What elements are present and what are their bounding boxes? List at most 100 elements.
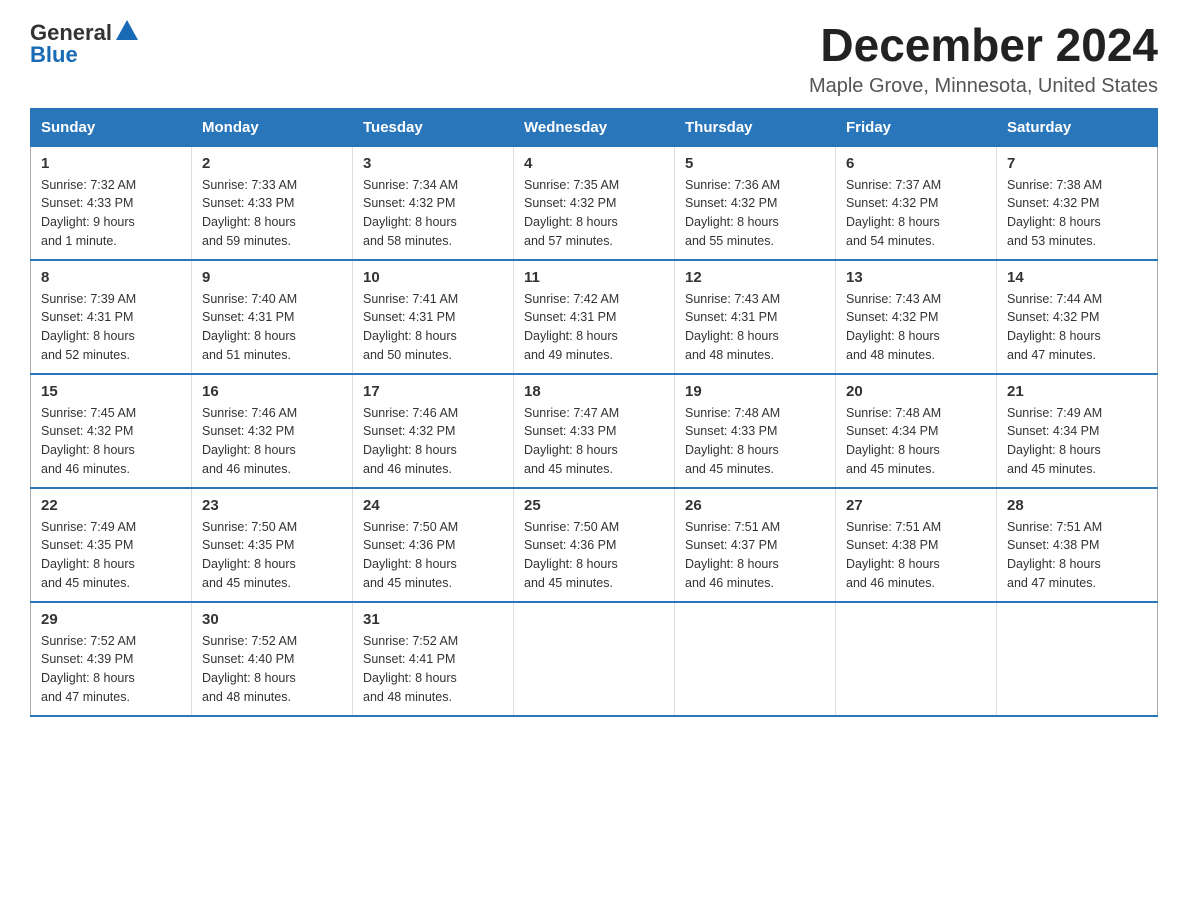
day-info: Sunrise: 7:50 AMSunset: 4:35 PMDaylight:… [202,518,342,593]
calendar-cell: 30 Sunrise: 7:52 AMSunset: 4:40 PMDaylig… [192,602,353,716]
day-number: 31 [363,611,503,628]
day-number: 18 [524,383,664,400]
calendar-cell: 21 Sunrise: 7:49 AMSunset: 4:34 PMDaylig… [997,374,1158,488]
day-number: 27 [846,497,986,514]
weekday-header-row: SundayMondayTuesdayWednesdayThursdayFrid… [31,108,1158,146]
logo: General Blue [30,20,138,68]
weekday-header-wednesday: Wednesday [514,108,675,146]
day-number: 16 [202,383,342,400]
calendar-cell: 26 Sunrise: 7:51 AMSunset: 4:37 PMDaylig… [675,488,836,602]
day-number: 2 [202,155,342,172]
day-number: 15 [41,383,181,400]
day-number: 28 [1007,497,1147,514]
calendar-cell: 20 Sunrise: 7:48 AMSunset: 4:34 PMDaylig… [836,374,997,488]
calendar-cell [836,602,997,716]
calendar-cell: 16 Sunrise: 7:46 AMSunset: 4:32 PMDaylig… [192,374,353,488]
day-info: Sunrise: 7:51 AMSunset: 4:38 PMDaylight:… [1007,518,1147,593]
day-number: 9 [202,269,342,286]
day-info: Sunrise: 7:39 AMSunset: 4:31 PMDaylight:… [41,290,181,365]
title-block: December 2024 Maple Grove, Minnesota, Un… [809,20,1158,98]
day-info: Sunrise: 7:50 AMSunset: 4:36 PMDaylight:… [363,518,503,593]
calendar-cell: 6 Sunrise: 7:37 AMSunset: 4:32 PMDayligh… [836,146,997,260]
calendar-cell: 19 Sunrise: 7:48 AMSunset: 4:33 PMDaylig… [675,374,836,488]
day-info: Sunrise: 7:37 AMSunset: 4:32 PMDaylight:… [846,176,986,251]
calendar-cell: 23 Sunrise: 7:50 AMSunset: 4:35 PMDaylig… [192,488,353,602]
day-info: Sunrise: 7:43 AMSunset: 4:32 PMDaylight:… [846,290,986,365]
day-number: 21 [1007,383,1147,400]
day-info: Sunrise: 7:49 AMSunset: 4:35 PMDaylight:… [41,518,181,593]
day-info: Sunrise: 7:34 AMSunset: 4:32 PMDaylight:… [363,176,503,251]
day-info: Sunrise: 7:50 AMSunset: 4:36 PMDaylight:… [524,518,664,593]
day-number: 19 [685,383,825,400]
weekday-header-monday: Monday [192,108,353,146]
day-info: Sunrise: 7:42 AMSunset: 4:31 PMDaylight:… [524,290,664,365]
day-number: 26 [685,497,825,514]
calendar-cell: 25 Sunrise: 7:50 AMSunset: 4:36 PMDaylig… [514,488,675,602]
day-info: Sunrise: 7:46 AMSunset: 4:32 PMDaylight:… [202,404,342,479]
week-row-2: 8 Sunrise: 7:39 AMSunset: 4:31 PMDayligh… [31,260,1158,374]
weekday-header-friday: Friday [836,108,997,146]
day-info: Sunrise: 7:52 AMSunset: 4:41 PMDaylight:… [363,632,503,707]
week-row-3: 15 Sunrise: 7:45 AMSunset: 4:32 PMDaylig… [31,374,1158,488]
calendar-cell: 31 Sunrise: 7:52 AMSunset: 4:41 PMDaylig… [353,602,514,716]
day-number: 6 [846,155,986,172]
day-info: Sunrise: 7:52 AMSunset: 4:40 PMDaylight:… [202,632,342,707]
day-info: Sunrise: 7:36 AMSunset: 4:32 PMDaylight:… [685,176,825,251]
calendar-cell: 7 Sunrise: 7:38 AMSunset: 4:32 PMDayligh… [997,146,1158,260]
day-info: Sunrise: 7:33 AMSunset: 4:33 PMDaylight:… [202,176,342,251]
day-number: 11 [524,269,664,286]
calendar-cell: 12 Sunrise: 7:43 AMSunset: 4:31 PMDaylig… [675,260,836,374]
week-row-5: 29 Sunrise: 7:52 AMSunset: 4:39 PMDaylig… [31,602,1158,716]
day-number: 22 [41,497,181,514]
day-number: 25 [524,497,664,514]
logo-triangle-icon [116,20,138,40]
day-info: Sunrise: 7:48 AMSunset: 4:33 PMDaylight:… [685,404,825,479]
day-info: Sunrise: 7:46 AMSunset: 4:32 PMDaylight:… [363,404,503,479]
month-title: December 2024 [809,20,1158,71]
week-row-1: 1 Sunrise: 7:32 AMSunset: 4:33 PMDayligh… [31,146,1158,260]
day-info: Sunrise: 7:51 AMSunset: 4:37 PMDaylight:… [685,518,825,593]
day-number: 29 [41,611,181,628]
calendar-table: SundayMondayTuesdayWednesdayThursdayFrid… [30,108,1158,717]
calendar-cell: 18 Sunrise: 7:47 AMSunset: 4:33 PMDaylig… [514,374,675,488]
logo-blue-text: Blue [30,42,78,68]
calendar-cell: 2 Sunrise: 7:33 AMSunset: 4:33 PMDayligh… [192,146,353,260]
day-info: Sunrise: 7:35 AMSunset: 4:32 PMDaylight:… [524,176,664,251]
day-number: 4 [524,155,664,172]
day-number: 12 [685,269,825,286]
weekday-header-sunday: Sunday [31,108,192,146]
calendar-cell: 5 Sunrise: 7:36 AMSunset: 4:32 PMDayligh… [675,146,836,260]
day-number: 10 [363,269,503,286]
day-number: 30 [202,611,342,628]
day-number: 1 [41,155,181,172]
day-info: Sunrise: 7:43 AMSunset: 4:31 PMDaylight:… [685,290,825,365]
page-header: General Blue December 2024 Maple Grove, … [30,20,1158,98]
calendar-cell: 10 Sunrise: 7:41 AMSunset: 4:31 PMDaylig… [353,260,514,374]
day-number: 7 [1007,155,1147,172]
calendar-cell: 15 Sunrise: 7:45 AMSunset: 4:32 PMDaylig… [31,374,192,488]
calendar-cell: 29 Sunrise: 7:52 AMSunset: 4:39 PMDaylig… [31,602,192,716]
calendar-cell: 9 Sunrise: 7:40 AMSunset: 4:31 PMDayligh… [192,260,353,374]
calendar-cell: 27 Sunrise: 7:51 AMSunset: 4:38 PMDaylig… [836,488,997,602]
calendar-cell [997,602,1158,716]
day-info: Sunrise: 7:48 AMSunset: 4:34 PMDaylight:… [846,404,986,479]
day-number: 5 [685,155,825,172]
weekday-header-tuesday: Tuesday [353,108,514,146]
day-number: 13 [846,269,986,286]
day-info: Sunrise: 7:44 AMSunset: 4:32 PMDaylight:… [1007,290,1147,365]
day-number: 17 [363,383,503,400]
calendar-cell: 14 Sunrise: 7:44 AMSunset: 4:32 PMDaylig… [997,260,1158,374]
calendar-cell: 3 Sunrise: 7:34 AMSunset: 4:32 PMDayligh… [353,146,514,260]
calendar-cell: 13 Sunrise: 7:43 AMSunset: 4:32 PMDaylig… [836,260,997,374]
calendar-cell: 11 Sunrise: 7:42 AMSunset: 4:31 PMDaylig… [514,260,675,374]
calendar-cell [514,602,675,716]
day-info: Sunrise: 7:38 AMSunset: 4:32 PMDaylight:… [1007,176,1147,251]
calendar-cell: 28 Sunrise: 7:51 AMSunset: 4:38 PMDaylig… [997,488,1158,602]
calendar-cell: 4 Sunrise: 7:35 AMSunset: 4:32 PMDayligh… [514,146,675,260]
day-info: Sunrise: 7:47 AMSunset: 4:33 PMDaylight:… [524,404,664,479]
calendar-cell [675,602,836,716]
day-number: 23 [202,497,342,514]
day-number: 8 [41,269,181,286]
day-info: Sunrise: 7:41 AMSunset: 4:31 PMDaylight:… [363,290,503,365]
weekday-header-saturday: Saturday [997,108,1158,146]
